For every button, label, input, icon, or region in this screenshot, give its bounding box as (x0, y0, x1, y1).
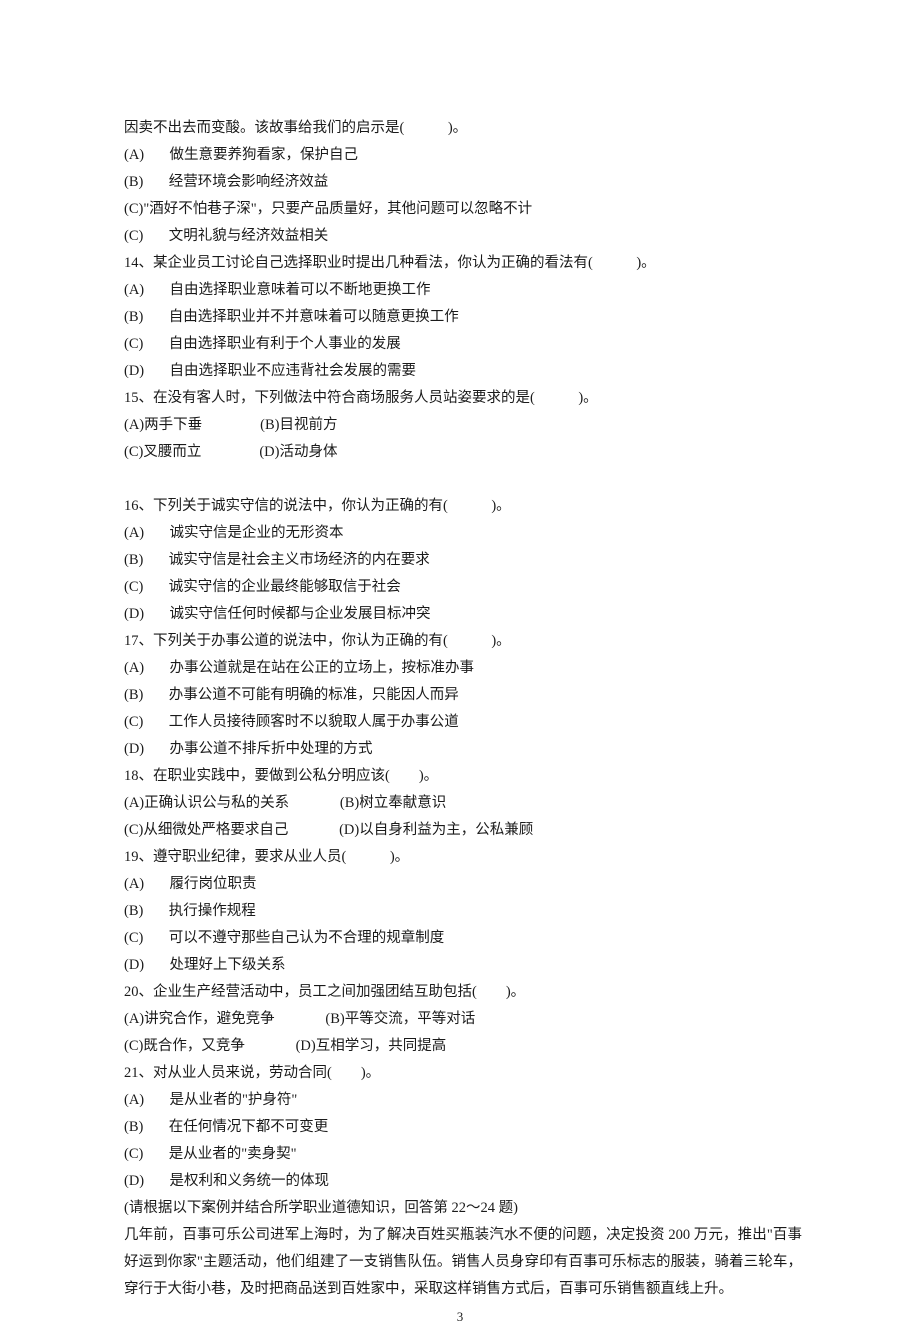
q17-option-a: (A) 办事公道就是在站在公正的立场上，按标准办事 (124, 655, 802, 682)
blank-line (124, 466, 802, 493)
q14-option-c: (C) 自由选择职业有利于个人事业的发展 (124, 331, 802, 358)
case-paragraph: 几年前，百事可乐公司进军上海时，为了解决百姓买瓶装汽水不便的问题，决定投资 20… (124, 1222, 802, 1303)
q16-option-d: (D) 诚实守信任何时候都与企业发展目标冲突 (124, 601, 802, 628)
q15-options-row2: (C)叉腰而立 (D)活动身体 (124, 439, 802, 466)
q14-option-b: (B) 自由选择职业并不并意味着可以随意更换工作 (124, 304, 802, 331)
q21-stem: 21、对从业人员来说，劳动合同( )。 (124, 1060, 802, 1087)
q19-stem: 19、遵守职业纪律，要求从业人员( )。 (124, 844, 802, 871)
q16-stem: 16、下列关于诚实守信的说法中，你认为正确的有( )。 (124, 493, 802, 520)
q14-stem: 14、某企业员工讨论自己选择职业时提出几种看法，你认为正确的看法有( )。 (124, 250, 802, 277)
q19-option-d: (D) 处理好上下级关系 (124, 952, 802, 979)
q13-option-c: (C)"酒好不怕巷子深"，只要产品质量好，其他问题可以忽略不计 (124, 196, 802, 223)
q19-option-c: (C) 可以不遵守那些自己认为不合理的规章制度 (124, 925, 802, 952)
q21-option-a: (A) 是从业者的"护身符" (124, 1087, 802, 1114)
q16-option-a: (A) 诚实守信是企业的无形资本 (124, 520, 802, 547)
q16-option-b: (B) 诚实守信是社会主义市场经济的内在要求 (124, 547, 802, 574)
q14-option-d: (D) 自由选择职业不应违背社会发展的需要 (124, 358, 802, 385)
q19-option-b: (B) 执行操作规程 (124, 898, 802, 925)
q13-option-d: (C) 文明礼貌与经济效益相关 (124, 223, 802, 250)
q21-option-c: (C) 是从业者的"卖身契" (124, 1141, 802, 1168)
q15-options-row1: (A)两手下垂 (B)目视前方 (124, 412, 802, 439)
q20-stem: 20、企业生产经营活动中，员工之间加强团结互助包括( )。 (124, 979, 802, 1006)
q19-option-a: (A) 履行岗位职责 (124, 871, 802, 898)
q13-option-b: (B) 经营环境会影响经济效益 (124, 169, 802, 196)
q20-options-row2: (C)既合作，又竞争 (D)互相学习，共同提高 (124, 1033, 802, 1060)
document-page: 因卖不出去而变酸。该故事给我们的启示是( )。 (A) 做生意要养狗看家，保护自… (0, 0, 920, 1343)
q18-stem: 18、在职业实践中，要做到公私分明应该( )。 (124, 763, 802, 790)
q17-option-d: (D) 办事公道不排斥折中处理的方式 (124, 736, 802, 763)
case-note: (请根据以下案例并结合所学职业道德知识，回答第 22～24 题) (124, 1195, 802, 1222)
q21-option-b: (B) 在任何情况下都不可变更 (124, 1114, 802, 1141)
q13-intro: 因卖不出去而变酸。该故事给我们的启示是( )。 (124, 115, 802, 142)
q13-option-a: (A) 做生意要养狗看家，保护自己 (124, 142, 802, 169)
page-number: 3 (0, 1303, 920, 1330)
q16-option-c: (C) 诚实守信的企业最终能够取信于社会 (124, 574, 802, 601)
q18-options-row2: (C)从细微处严格要求自己 (D)以自身利益为主，公私兼顾 (124, 817, 802, 844)
q17-option-b: (B) 办事公道不可能有明确的标准，只能因人而异 (124, 682, 802, 709)
q18-options-row1: (A)正确认识公与私的关系 (B)树立奉献意识 (124, 790, 802, 817)
q17-option-c: (C) 工作人员接待顾客时不以貌取人属于办事公道 (124, 709, 802, 736)
q20-options-row1: (A)讲究合作，避免竞争 (B)平等交流，平等对话 (124, 1006, 802, 1033)
q17-stem: 17、下列关于办事公道的说法中，你认为正确的有( )。 (124, 628, 802, 655)
q21-option-d: (D) 是权利和义务统一的体现 (124, 1168, 802, 1195)
q14-option-a: (A) 自由选择职业意味着可以不断地更换工作 (124, 277, 802, 304)
q15-stem: 15、在没有客人时，下列做法中符合商场服务人员站姿要求的是( )。 (124, 385, 802, 412)
